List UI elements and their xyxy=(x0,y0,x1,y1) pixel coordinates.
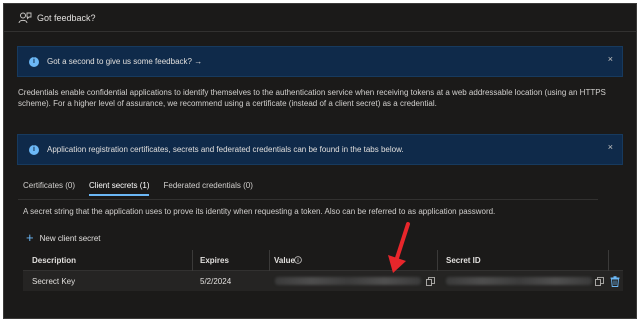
info-circle-icon[interactable] xyxy=(294,256,302,264)
feedback-banner[interactable]: i Got a second to give us some feedback?… xyxy=(17,46,623,77)
masked-secret-value xyxy=(275,277,421,285)
info-icon: i xyxy=(29,56,39,67)
column-separator xyxy=(192,250,193,271)
new-client-secret-label: New client secret xyxy=(39,233,101,243)
header-secret-id: Secret ID xyxy=(446,256,481,265)
plus-icon: + xyxy=(26,230,34,245)
tab-certificates[interactable]: Certificates (0) xyxy=(23,181,75,196)
header-expires: Expires xyxy=(200,256,229,265)
secret-description-cell: Secrect Key xyxy=(32,277,76,286)
tab-client-secrets[interactable]: Client secrets (1) xyxy=(89,181,150,196)
column-separator xyxy=(269,250,270,271)
info-banner-text: Application registration certificates, s… xyxy=(47,145,404,154)
copy-icon[interactable] xyxy=(595,277,604,286)
credentials-description: Credentials enable confidential applicat… xyxy=(18,88,606,108)
column-separator xyxy=(437,250,438,271)
tab-federated-credentials[interactable]: Federated credentials (0) xyxy=(163,181,252,196)
client-secrets-table: Description Expires Value Secret ID Secr… xyxy=(23,250,623,291)
toolbar: Got feedback? xyxy=(4,4,636,32)
credential-tabs: Certificates (0) Client secrets (1) Fede… xyxy=(23,181,267,196)
header-description: Description xyxy=(32,256,77,265)
new-client-secret-button[interactable]: + New client secret xyxy=(26,230,101,245)
feedback-banner-text[interactable]: Got a second to give us some feedback? → xyxy=(47,57,202,66)
copy-icon[interactable] xyxy=(426,277,435,286)
feedback-icon[interactable] xyxy=(18,11,32,25)
portal-panel: Got feedback? i Got a second to give us … xyxy=(3,3,637,319)
close-icon[interactable]: × xyxy=(608,142,613,152)
info-icon: i xyxy=(29,144,39,155)
tabs-divider xyxy=(18,199,598,200)
annotation-arrow-icon xyxy=(388,222,410,273)
header-value: Value xyxy=(274,256,295,265)
column-separator xyxy=(608,250,609,271)
secret-description: A secret string that the application use… xyxy=(23,207,496,216)
masked-secret-id xyxy=(446,277,592,285)
trash-icon[interactable] xyxy=(610,276,620,287)
feedback-label[interactable]: Got feedback? xyxy=(37,13,96,23)
table-header: Description Expires Value Secret ID xyxy=(23,250,623,271)
info-banner: i Application registration certificates,… xyxy=(17,134,623,165)
table-row[interactable]: Secrect Key 5/2/2024 xyxy=(23,271,623,291)
close-icon[interactable]: × xyxy=(608,54,613,64)
secret-expires-cell: 5/2/2024 xyxy=(200,277,232,286)
